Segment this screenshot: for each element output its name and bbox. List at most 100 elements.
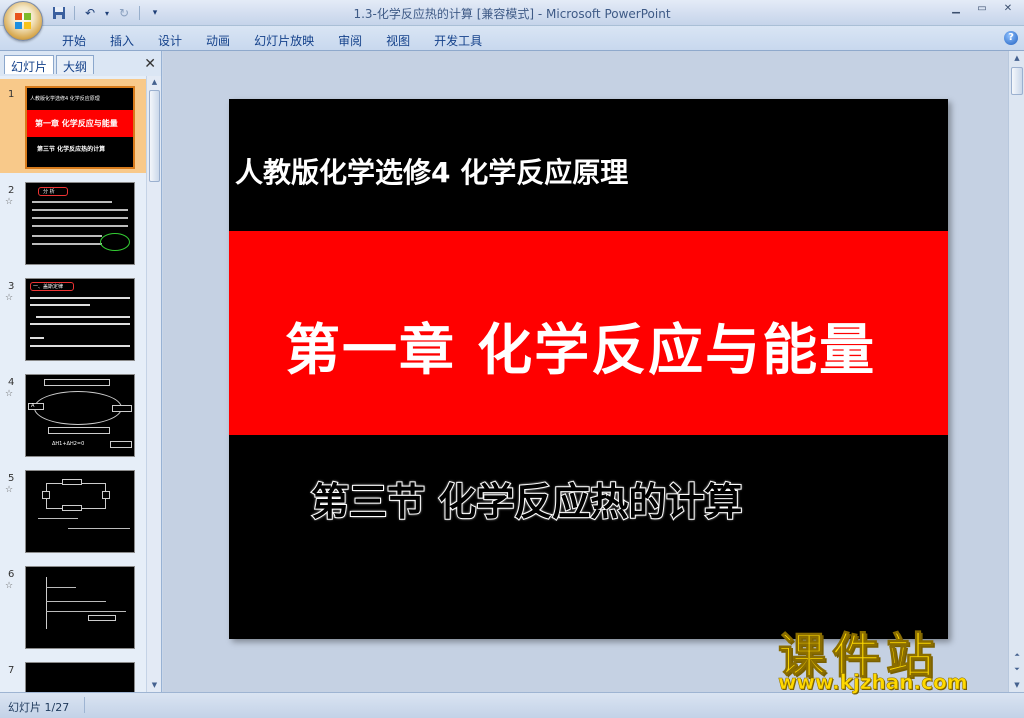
animation-star-icon: ☆ bbox=[5, 197, 14, 207]
quick-access-toolbar: ↶ ▾ ↻ ▾ bbox=[50, 4, 164, 22]
tab-developer[interactable]: 开发工具 bbox=[422, 30, 494, 51]
slide-number: 5 bbox=[8, 473, 15, 484]
slide-number: 1 bbox=[8, 89, 15, 100]
thumb-ellipse bbox=[34, 391, 122, 425]
slide-thumbnail-2[interactable]: 2 ☆ 分 析 bbox=[0, 175, 146, 269]
slide-thumbnail-1[interactable]: 1 人教版化学选修4 化学反应原理 第一章 化学反应与能量 第三节 化学反应热的… bbox=[0, 79, 146, 173]
thumbnail-image: 分 析 bbox=[25, 182, 135, 265]
thumb-text-line bbox=[32, 217, 128, 219]
animation-star-icon: ☆ bbox=[5, 485, 14, 495]
slide-editor: 人教版化学选修4 化学反应原理 第一章 化学反应与能量 第三节 化学反应热的计算 bbox=[163, 51, 1008, 692]
thumbnail-image: 人教版化学选修4 化学反应原理 第一章 化学反应与能量 第三节 化学反应热的计算 bbox=[25, 86, 135, 169]
slide-thumbnail-4[interactable]: 4 ☆ A ΔH1+ΔH2=0 bbox=[0, 367, 146, 461]
slide-number: 2 bbox=[8, 185, 15, 196]
prev-slide-icon[interactable]: ⏶ bbox=[1009, 648, 1024, 662]
thumb-box bbox=[42, 491, 50, 499]
thumb-box bbox=[62, 505, 82, 511]
ribbon-tabs: 开始 插入 设计 动画 幻灯片放映 审阅 视图 开发工具 bbox=[50, 30, 494, 51]
scroll-up-icon[interactable]: ▲ bbox=[1009, 51, 1024, 65]
thumb-ellipse bbox=[100, 233, 130, 251]
thumb-text-line bbox=[32, 201, 112, 203]
thumb-text-line bbox=[30, 337, 44, 339]
close-button[interactable]: ✕ bbox=[996, 2, 1020, 16]
pane-tabs: 幻灯片 大纲 ✕ bbox=[2, 53, 160, 74]
scroll-down-icon[interactable]: ▼ bbox=[147, 679, 162, 692]
tab-slides[interactable]: 幻灯片 bbox=[4, 55, 55, 74]
tab-review[interactable]: 审阅 bbox=[326, 30, 374, 51]
thumb-text-line bbox=[32, 243, 102, 245]
tab-slideshow[interactable]: 幻灯片放映 bbox=[242, 30, 326, 51]
customize-icon[interactable]: ▾ bbox=[146, 4, 164, 22]
slide-section-title[interactable]: 第三节 化学反应热的计算 bbox=[310, 471, 743, 526]
slide-thumbnail-7[interactable]: 7 bbox=[0, 655, 146, 692]
thumb-text-line bbox=[30, 297, 130, 299]
thumb-box-label: A bbox=[31, 403, 35, 409]
tab-home[interactable]: 开始 bbox=[50, 30, 98, 51]
thumb-box bbox=[110, 441, 132, 448]
slide-thumbnail-6[interactable]: 6 ☆ bbox=[0, 559, 146, 653]
undo-icon[interactable]: ↶ bbox=[81, 4, 99, 22]
tab-outline[interactable]: 大纲 bbox=[56, 55, 95, 74]
slide-title[interactable]: 人教版化学选修4 化学反应原理 bbox=[235, 151, 628, 191]
thumb-formula: ΔH1+ΔH2=0 bbox=[52, 441, 85, 447]
tab-view[interactable]: 视图 bbox=[374, 30, 422, 51]
slides-pane: 幻灯片 大纲 ✕ 1 人教版化学选修4 化学反应原理 第一章 化学反应与能量 第… bbox=[0, 51, 162, 692]
undo-dropdown-icon[interactable]: ▾ bbox=[103, 4, 111, 22]
scroll-thumb[interactable] bbox=[1011, 67, 1023, 95]
minimize-button[interactable]: ▁ bbox=[944, 2, 968, 16]
thumbnail-scrollbar[interactable]: ▲ ▼ bbox=[146, 76, 161, 692]
tab-design[interactable]: 设计 bbox=[146, 30, 194, 51]
title-bar: ↶ ▾ ↻ ▾ 1.3-化学反应热的计算 [兼容模式] - Microsoft … bbox=[0, 0, 1024, 41]
slide-thumbnail-5[interactable]: 5 ☆ bbox=[0, 463, 146, 557]
scroll-up-icon[interactable]: ▲ bbox=[147, 76, 162, 89]
thumbnail-image: A ΔH1+ΔH2=0 bbox=[25, 374, 135, 457]
thumb-text-line bbox=[68, 528, 130, 529]
animation-star-icon: ☆ bbox=[5, 581, 14, 591]
thumb-box bbox=[62, 479, 82, 485]
thumb-box bbox=[48, 427, 110, 434]
close-pane-icon[interactable]: ✕ bbox=[144, 56, 156, 72]
slide-number: 7 bbox=[8, 665, 15, 676]
next-slide-icon[interactable]: ⏷ bbox=[1009, 662, 1024, 676]
slide-number: 6 bbox=[8, 569, 15, 580]
thumbnail-image bbox=[25, 566, 135, 649]
slide-chapter-title[interactable]: 第一章 化学反应与能量 bbox=[285, 305, 876, 385]
tab-insert[interactable]: 插入 bbox=[98, 30, 146, 51]
thumb-text-line bbox=[30, 323, 130, 325]
animation-star-icon: ☆ bbox=[5, 389, 14, 399]
save-icon[interactable] bbox=[50, 4, 68, 22]
toolbar-separator bbox=[74, 6, 75, 20]
thumb-text-line bbox=[32, 235, 102, 237]
slide-scrollbar[interactable]: ▲ ⏶ ⏷ ▼ bbox=[1008, 51, 1024, 692]
slide-thumbnails: 1 人教版化学选修4 化学反应原理 第一章 化学反应与能量 第三节 化学反应热的… bbox=[0, 76, 146, 692]
help-icon[interactable]: ? bbox=[1004, 31, 1018, 45]
scroll-down-icon[interactable]: ▼ bbox=[1009, 678, 1024, 692]
ribbon-tab-bar: 开始 插入 设计 动画 幻灯片放映 审阅 视图 开发工具 ? bbox=[0, 26, 1024, 51]
thumb-level-line bbox=[46, 611, 126, 612]
scroll-thumb[interactable] bbox=[149, 90, 160, 182]
thumb-chapter: 第一章 化学反应与能量 bbox=[35, 119, 118, 128]
tab-animations[interactable]: 动画 bbox=[194, 30, 242, 51]
thumb-label: 一、盖斯定律 bbox=[33, 284, 64, 290]
thumb-level-line bbox=[46, 587, 76, 588]
thumb-text-line bbox=[38, 518, 78, 519]
thumb-level-line bbox=[46, 601, 106, 602]
redo-icon[interactable]: ↻ bbox=[115, 4, 133, 22]
office-logo-icon bbox=[15, 13, 31, 29]
thumb-section: 第三节 化学反应热的计算 bbox=[37, 146, 106, 153]
thumb-box bbox=[102, 491, 110, 499]
slide-indicator: 幻灯片 1/27 bbox=[8, 701, 70, 714]
thumb-box bbox=[44, 379, 110, 386]
thumb-text-line bbox=[30, 345, 130, 347]
slide-thumbnail-3[interactable]: 3 ☆ 一、盖斯定律 bbox=[0, 271, 146, 365]
thumb-text-line bbox=[30, 304, 90, 306]
status-separator bbox=[84, 697, 85, 713]
current-slide[interactable]: 人教版化学选修4 化学反应原理 第一章 化学反应与能量 第三节 化学反应热的计算 bbox=[229, 99, 948, 639]
slide-red-band: 第一章 化学反应与能量 bbox=[229, 231, 948, 435]
window-controls: ▁ ▭ ✕ bbox=[944, 2, 1020, 16]
office-button[interactable] bbox=[3, 1, 43, 41]
restore-button[interactable]: ▭ bbox=[970, 2, 994, 16]
toolbar-separator bbox=[139, 6, 140, 20]
thumb-text-line bbox=[36, 316, 130, 318]
status-bar: 幻灯片 1/27 bbox=[0, 692, 1024, 718]
